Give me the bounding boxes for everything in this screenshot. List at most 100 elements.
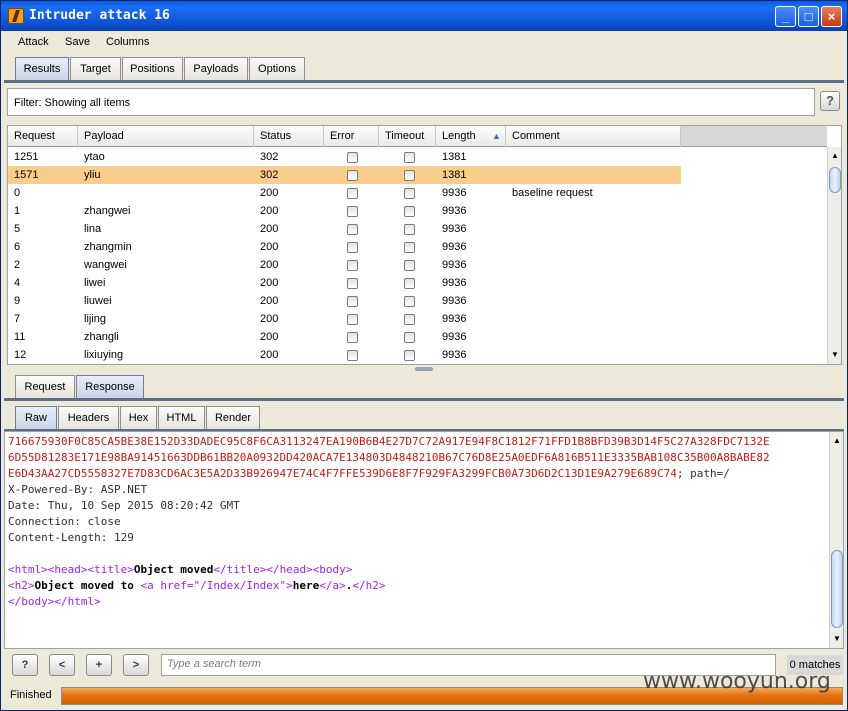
cell-comment [506, 328, 681, 346]
title-text: Object moved [133, 563, 214, 576]
burp-app-icon [8, 8, 24, 24]
response-scroll-up-icon[interactable]: ▲ [830, 434, 843, 448]
filter-help-button[interactable]: ? [820, 91, 840, 111]
cell-payload: yliu [84, 169, 101, 181]
tab-response[interactable]: Response [76, 375, 144, 399]
maximize-button[interactable]: □ [798, 6, 819, 27]
table-row[interactable]: 4 liwei 200 9936 [8, 274, 681, 292]
menu-save[interactable]: Save [65, 36, 90, 48]
error-checkbox [347, 332, 358, 343]
tab-options[interactable]: Options [249, 57, 305, 81]
cell-request: 7 [14, 313, 21, 325]
cell-request: 11 [14, 331, 26, 343]
col-length[interactable]: Length ▲ [436, 126, 506, 147]
tag-body-close: </body> [8, 595, 55, 608]
tab-headers[interactable]: Headers [58, 406, 119, 430]
col-request[interactable]: Request [8, 126, 78, 147]
splitter-handle[interactable] [415, 367, 433, 371]
cell-comment [506, 148, 681, 166]
intruder-window: Intruder attack 16 _ □ × Attack Save Col… [0, 0, 848, 711]
tab-positions[interactable]: Positions [122, 57, 183, 81]
tag-html-open: <html> [8, 563, 48, 576]
tag-a-close: </a> [319, 579, 346, 592]
table-row[interactable]: 0 200 9936 baseline request [8, 184, 681, 202]
tab-results[interactable]: Results [15, 57, 69, 81]
table-row[interactable]: 12 lixiuying 200 9936 [8, 346, 681, 364]
response-raw-view[interactable]: 716675930F0C85CA5BE38E152D33DADEC95C8F6C… [4, 431, 844, 649]
cell-request: 5 [14, 223, 21, 235]
table-row[interactable]: 7 lijing 200 9936 [8, 310, 681, 328]
menu-columns[interactable]: Columns [106, 36, 149, 48]
close-button[interactable]: × [821, 6, 842, 27]
cell-payload: zhangmin [84, 241, 132, 253]
table-row[interactable]: 1 zhangwei 200 9936 [8, 202, 681, 220]
cookie-line-3: E6D43AA27CD5558327E7D83CD6AC3E5A2D33B926… [8, 466, 730, 482]
tab-html[interactable]: HTML [158, 406, 205, 430]
html-line-2: <h2>Object moved to <a href="/Index/Inde… [8, 578, 386, 594]
col-payload[interactable]: Payload [78, 126, 254, 147]
filter-bar[interactable]: Filter: Showing all items [7, 88, 815, 116]
col-status[interactable]: Status [254, 126, 324, 147]
tab-render[interactable]: Render [206, 406, 260, 430]
tab-raw[interactable]: Raw [15, 406, 57, 430]
timeout-checkbox [404, 224, 415, 235]
tab-payloads[interactable]: Payloads [184, 57, 248, 81]
error-checkbox [347, 206, 358, 217]
cell-comment [506, 202, 681, 220]
detail-tab-line [4, 398, 844, 401]
timeout-checkbox [404, 206, 415, 217]
tab-request[interactable]: Request [15, 375, 75, 399]
scroll-thumb[interactable] [829, 167, 841, 193]
table-row[interactable]: 9 liuwei 200 9936 [8, 292, 681, 310]
cell-length: 9936 [442, 241, 467, 253]
html-line-1: <html><head><title>Object moved</title><… [8, 562, 352, 578]
search-add-button[interactable]: + [86, 654, 112, 676]
tag-a-open-end: > [286, 579, 293, 592]
minimize-button[interactable]: _ [775, 6, 796, 27]
cell-comment [506, 256, 681, 274]
cell-length: 9936 [442, 349, 467, 361]
error-checkbox [347, 242, 358, 253]
menu-attack[interactable]: Attack [18, 36, 49, 48]
search-help-button[interactable]: ? [12, 654, 38, 676]
search-prev-button[interactable]: < [49, 654, 75, 676]
table-row[interactable]: 1571 yliu 302 1381 [8, 166, 681, 184]
tab-hex[interactable]: Hex [120, 406, 157, 430]
response-scroll-down-icon[interactable]: ▼ [830, 632, 843, 646]
col-length-label: Length [442, 130, 476, 142]
tag-a-open: <a href= [140, 579, 194, 592]
table-row[interactable]: 2 wangwei 200 9936 [8, 256, 681, 274]
error-checkbox [347, 152, 358, 163]
response-scroll-thumb[interactable] [831, 550, 843, 628]
cell-length: 9936 [442, 295, 467, 307]
col-error[interactable]: Error [324, 126, 379, 147]
cell-status: 200 [260, 295, 279, 307]
cell-length: 1381 [442, 151, 467, 163]
cell-length: 9936 [442, 259, 467, 271]
table-row[interactable]: 1251 ytao 302 1381 [8, 148, 681, 166]
tag-h2-open: <h2> [8, 579, 35, 592]
table-row[interactable]: 11 zhangli 200 9936 [8, 328, 681, 346]
cell-payload: zhangwei [84, 205, 131, 217]
col-comment[interactable]: Comment [506, 126, 681, 147]
results-table: Request Payload Status Error Timeout Len… [7, 125, 842, 365]
cell-request: 12 [14, 349, 27, 361]
cell-request: 4 [14, 277, 21, 289]
cell-length: 9936 [442, 277, 467, 289]
table-row[interactable]: 6 zhangmin 200 9936 [8, 238, 681, 256]
scroll-up-icon[interactable]: ▲ [828, 149, 841, 163]
scroll-down-icon[interactable]: ▼ [828, 348, 841, 362]
timeout-checkbox [404, 188, 415, 199]
table-row[interactable]: 5 lina 200 9936 [8, 220, 681, 238]
cell-payload: ytao [84, 151, 105, 163]
response-scrollbar[interactable]: ▲ ▼ [829, 432, 843, 648]
error-checkbox [347, 350, 358, 361]
cell-payload: zhangli [84, 331, 119, 343]
tab-target[interactable]: Target [70, 57, 121, 81]
tag-head-open: <head> [47, 563, 88, 576]
table-scrollbar[interactable]: ▲ ▼ [827, 147, 841, 364]
cell-request: 1251 [14, 151, 39, 163]
search-next-button[interactable]: > [123, 654, 149, 676]
cell-length: 1381 [442, 169, 467, 181]
col-timeout[interactable]: Timeout [379, 126, 436, 147]
